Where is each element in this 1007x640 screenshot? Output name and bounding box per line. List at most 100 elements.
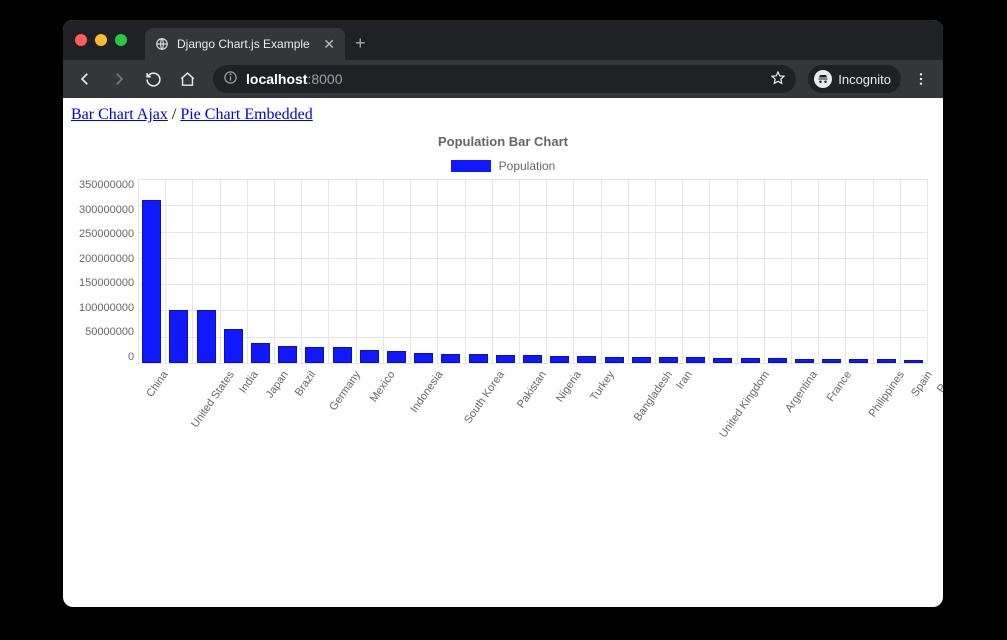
close-tab-icon[interactable]: ✕: [323, 36, 335, 53]
info-icon: [223, 70, 238, 88]
maximize-window-button[interactable]: [115, 34, 127, 46]
browser-tab[interactable]: Django Chart.js Example ✕: [145, 28, 345, 60]
bar[interactable]: [224, 329, 243, 363]
address-bar[interactable]: localhost:8000: [213, 65, 796, 93]
bar[interactable]: [904, 360, 923, 363]
bar-slot: [709, 179, 736, 363]
x-tick-label: France: [824, 369, 853, 404]
y-tick-label: 250000000: [79, 228, 134, 240]
bar-slot: [301, 179, 328, 363]
x-tick-label: Peru: [935, 369, 943, 395]
bar[interactable]: [251, 343, 270, 363]
bar-slot: [818, 179, 845, 363]
new-tab-button[interactable]: +: [355, 33, 366, 54]
chart-container: Population Bar Chart Population 35000000…: [71, 134, 935, 375]
x-tick-label: United Kingdom: [718, 369, 773, 440]
x-axis: ChinaUnited StatesIndiaJapanBrazilGerman…: [71, 363, 927, 375]
y-tick-label: 0: [128, 351, 134, 363]
x-tick-label: Spain: [909, 369, 935, 399]
x-tick-label: China: [144, 369, 170, 399]
incognito-label: Incognito: [838, 72, 891, 87]
url-port: :8000: [307, 71, 342, 87]
bar[interactable]: [169, 310, 188, 363]
bar[interactable]: [360, 350, 379, 363]
bar[interactable]: [387, 351, 406, 363]
toolbar: localhost:8000 Incognito: [63, 60, 943, 98]
chart-plot: 3500000003000000002500000002000000001500…: [79, 179, 935, 363]
bar[interactable]: [686, 357, 705, 363]
bar-slot: [383, 179, 410, 363]
bar[interactable]: [768, 358, 787, 363]
browser-window: Django Chart.js Example ✕ + localhost:80…: [63, 20, 943, 607]
bar[interactable]: [550, 356, 569, 363]
link-bar-chart-ajax[interactable]: Bar Chart Ajax: [71, 106, 168, 123]
link-pie-chart-embedded[interactable]: Pie Chart Embedded: [180, 106, 312, 123]
x-tick-label: Brazil: [292, 369, 318, 398]
star-icon[interactable]: [770, 70, 786, 89]
legend-label: Population: [499, 159, 556, 173]
menu-button[interactable]: [907, 65, 935, 93]
incognito-icon: [814, 70, 832, 88]
bar[interactable]: [278, 346, 297, 363]
bar[interactable]: [333, 347, 352, 363]
y-axis: 3500000003000000002500000002000000001500…: [79, 179, 138, 363]
bar[interactable]: [305, 347, 324, 363]
tab-strip: Django Chart.js Example ✕ +: [63, 20, 943, 60]
bar[interactable]: [822, 359, 841, 363]
bar-slot: [247, 179, 274, 363]
bar[interactable]: [877, 359, 896, 363]
reload-button[interactable]: [139, 65, 167, 93]
y-tick-label: 200000000: [79, 253, 134, 265]
tab-title: Django Chart.js Example: [177, 37, 315, 51]
x-tick-label: United States: [189, 369, 237, 430]
bar[interactable]: [713, 358, 732, 363]
home-button[interactable]: [173, 65, 201, 93]
bar[interactable]: [469, 354, 488, 363]
bar-slot: [220, 179, 247, 363]
bar[interactable]: [741, 358, 760, 363]
bars-group: [138, 179, 927, 363]
bar-slot: [791, 179, 818, 363]
bar[interactable]: [441, 354, 460, 363]
bar-slot: [274, 179, 301, 363]
bar[interactable]: [632, 357, 651, 363]
close-window-button[interactable]: [75, 34, 87, 46]
x-tick-label: South Korea: [462, 369, 507, 426]
bar-slot: [845, 179, 872, 363]
nav-separator: /: [168, 106, 180, 123]
bar[interactable]: [523, 355, 542, 363]
forward-button[interactable]: [105, 65, 133, 93]
y-tick-label: 100000000: [79, 302, 134, 314]
bar[interactable]: [197, 310, 216, 363]
bar-slot: [519, 179, 546, 363]
bar-slot: [192, 179, 219, 363]
back-button[interactable]: [71, 65, 99, 93]
minimize-window-button[interactable]: [95, 34, 107, 46]
bar-slot: [437, 179, 464, 363]
bar[interactable]: [849, 359, 868, 363]
page-content: Bar Chart Ajax / Pie Chart Embedded Popu…: [63, 98, 943, 383]
chart-legend[interactable]: Population: [71, 159, 935, 173]
bar-slot: [573, 179, 600, 363]
incognito-badge[interactable]: Incognito: [808, 65, 901, 93]
bar[interactable]: [605, 357, 624, 363]
bar[interactable]: [795, 359, 814, 363]
bar[interactable]: [496, 355, 515, 363]
bar[interactable]: [577, 356, 596, 363]
bar-slot: [873, 179, 900, 363]
plot-area: [138, 179, 927, 363]
legend-swatch: [451, 160, 491, 172]
bar[interactable]: [142, 200, 161, 363]
bar-slot: [492, 179, 519, 363]
x-tick-label: Japan: [263, 369, 290, 400]
bar[interactable]: [659, 357, 678, 363]
x-tick-label: Bangladesh: [632, 369, 675, 423]
y-tick-label: 350000000: [79, 179, 134, 191]
x-tick-label: Argentina: [783, 369, 820, 414]
y-tick-label: 50000000: [85, 326, 134, 338]
y-tick-label: 300000000: [79, 204, 134, 216]
bar-slot: [764, 179, 791, 363]
url-text: localhost:8000: [246, 71, 343, 87]
bar[interactable]: [414, 353, 433, 364]
chart-title: Population Bar Chart: [71, 134, 935, 149]
